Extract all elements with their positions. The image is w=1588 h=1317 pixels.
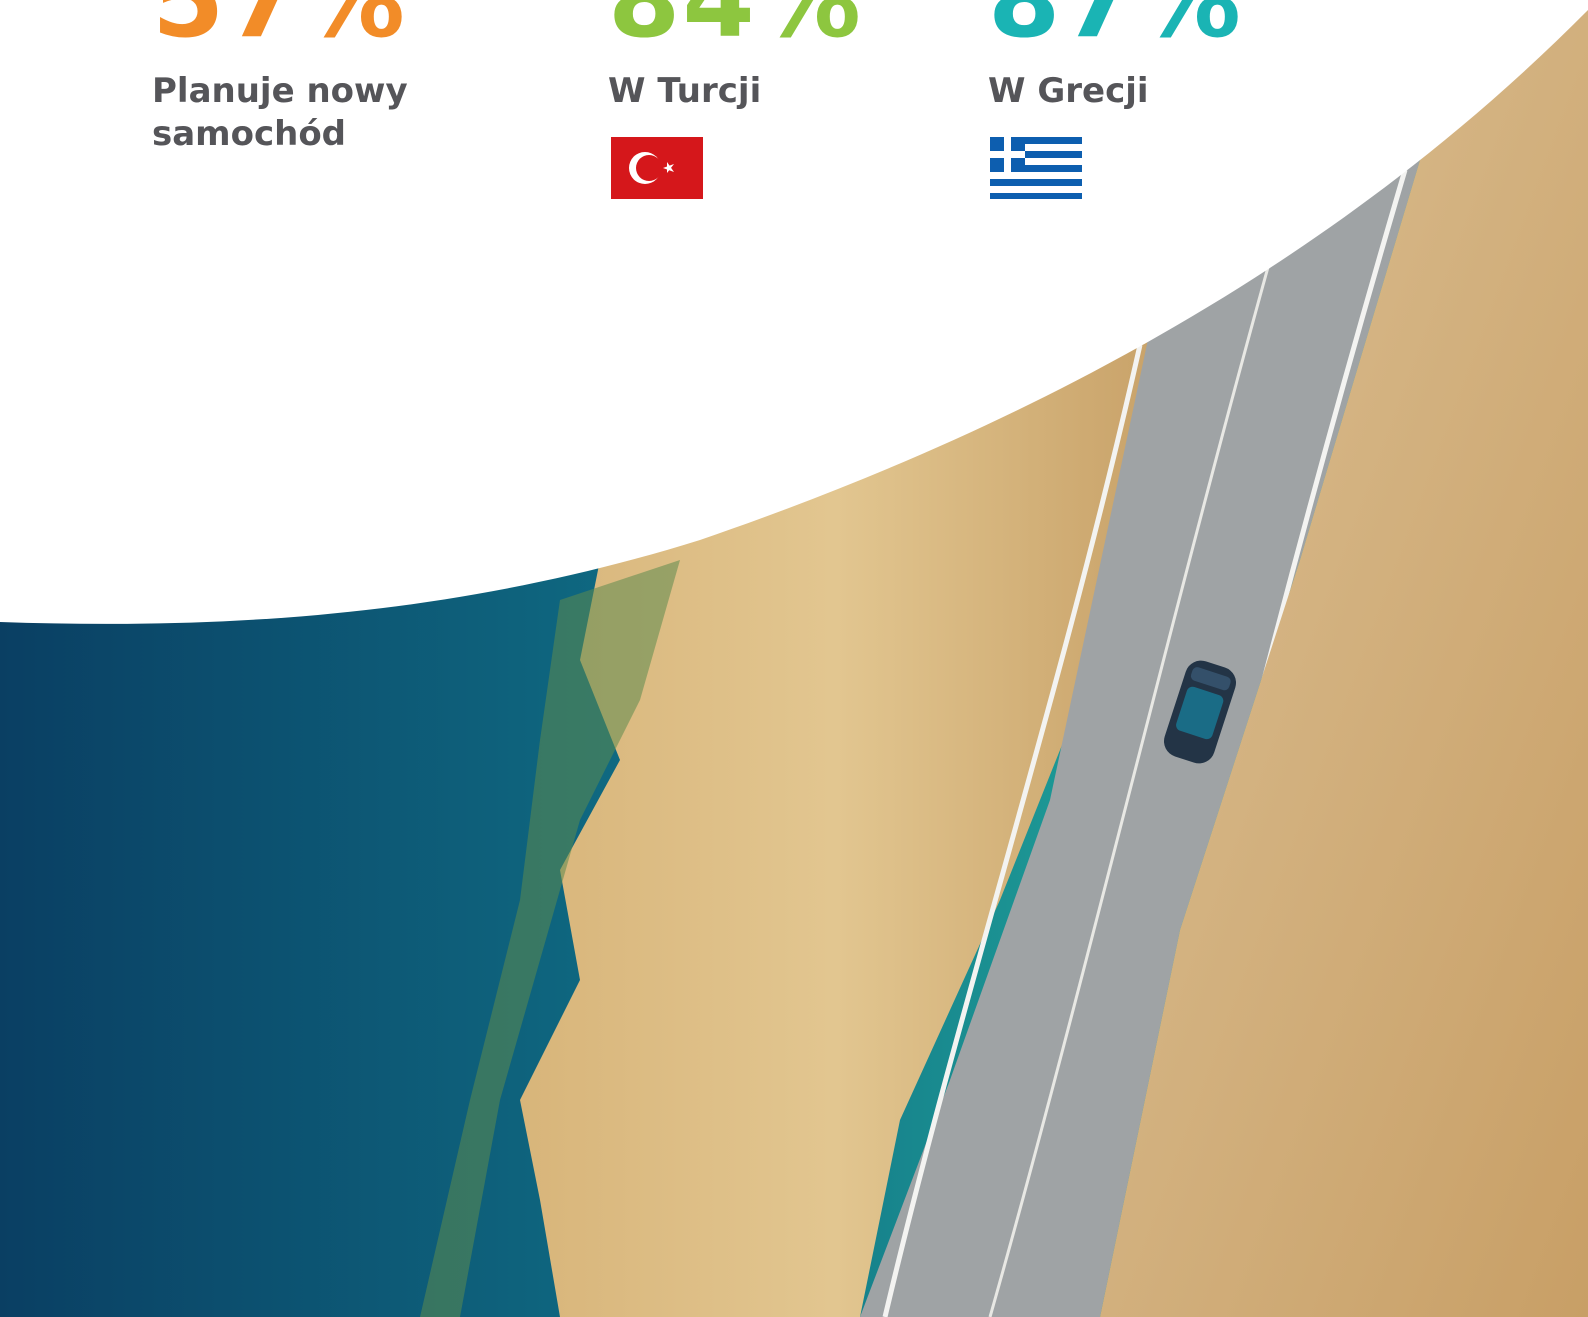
turkey-flag (611, 137, 703, 199)
stat-value: 84% (608, 0, 863, 61)
aerial-coastal-road-photo (0, 0, 1588, 1317)
greece-flag (990, 137, 1082, 199)
stat-label: W Grecji (988, 71, 1149, 111)
stat-value: 87% (988, 0, 1243, 61)
stat-value: 57% (152, 0, 407, 61)
stat-label: W Turcji (608, 71, 762, 111)
stat-label: Planuje nowy samochód (152, 71, 408, 154)
